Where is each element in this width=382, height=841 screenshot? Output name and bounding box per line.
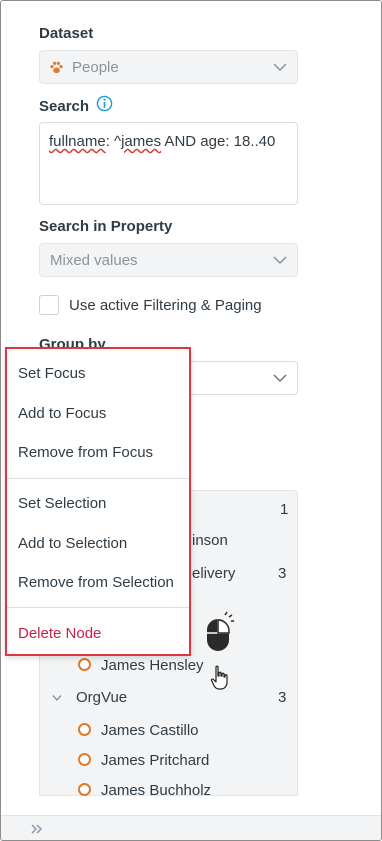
search-query: fullname: ^james AND age: 18..40 [49, 133, 275, 150]
info-icon[interactable] [96, 95, 113, 112]
chevron-down-icon [273, 63, 287, 72]
query-word: james [121, 133, 162, 150]
menu-item-set-focus[interactable]: Set Focus [18, 365, 86, 382]
query-mid: : ^ [105, 133, 122, 150]
double-chevron-right-icon[interactable] [29, 821, 45, 837]
tree-row-count: 3 [278, 565, 287, 582]
search-label: Search [39, 98, 90, 115]
dataset-label: Dataset [39, 25, 94, 42]
bottom-bar [1, 815, 381, 840]
tree-row-label[interactable]: elivery [192, 565, 235, 582]
right-strip [318, 1, 381, 815]
tree-node-james-castillo[interactable]: James Castillo [101, 722, 199, 739]
dataset-select[interactable]: People [39, 50, 298, 84]
tree-node-james-hensley[interactable]: James Hensley [101, 657, 204, 674]
app-frame: Dataset People Search fullname: ^james A… [0, 0, 382, 841]
tree-node-james-buchholz[interactable]: James Buchholz [101, 782, 211, 799]
tree-group-orgvue[interactable]: OrgVue [76, 689, 127, 706]
search-in-property-value: Mixed values [50, 252, 138, 269]
node-circle-icon [78, 658, 91, 671]
filter-checkbox[interactable] [39, 295, 59, 315]
menu-item-add-to-focus[interactable]: Add to Focus [18, 405, 106, 422]
menu-item-set-selection[interactable]: Set Selection [18, 495, 106, 512]
chevron-down-icon [273, 256, 287, 265]
search-in-property-label: Search in Property [39, 218, 173, 235]
menu-divider [7, 607, 189, 608]
node-circle-icon [78, 723, 91, 736]
filter-checkbox-label: Use active Filtering & Paging [69, 297, 262, 314]
search-in-property-select[interactable]: Mixed values [39, 243, 298, 277]
menu-item-delete-node[interactable]: Delete Node [18, 625, 101, 642]
menu-item-remove-from-selection[interactable]: Remove from Selection [18, 574, 174, 591]
search-textarea[interactable]: fullname: ^james AND age: 18..40 [39, 122, 298, 205]
query-rest: AND age: 18..40 [161, 133, 276, 150]
tree-row-count: 1 [280, 501, 289, 518]
tree-node-james-pritchard[interactable]: James Pritchard [101, 752, 209, 769]
chevron-down-icon [273, 374, 287, 383]
hand-cursor-icon [210, 665, 228, 690]
menu-divider [7, 478, 189, 479]
mouse-right-click-icon [207, 611, 234, 651]
menu-item-add-to-selection[interactable]: Add to Selection [18, 535, 127, 552]
chevron-down-icon[interactable] [52, 694, 62, 702]
paw-icon [50, 61, 63, 74]
query-prefix: fullname [49, 133, 106, 150]
dataset-value: People [72, 59, 119, 76]
node-circle-icon [78, 783, 91, 796]
context-menu: Set Focus Add to Focus Remove from Focus… [5, 347, 191, 656]
menu-item-remove-from-focus[interactable]: Remove from Focus [18, 444, 153, 461]
node-circle-icon [78, 753, 91, 766]
tree-row-label[interactable]: inson [192, 532, 228, 549]
tree-row-count: 3 [278, 689, 287, 706]
